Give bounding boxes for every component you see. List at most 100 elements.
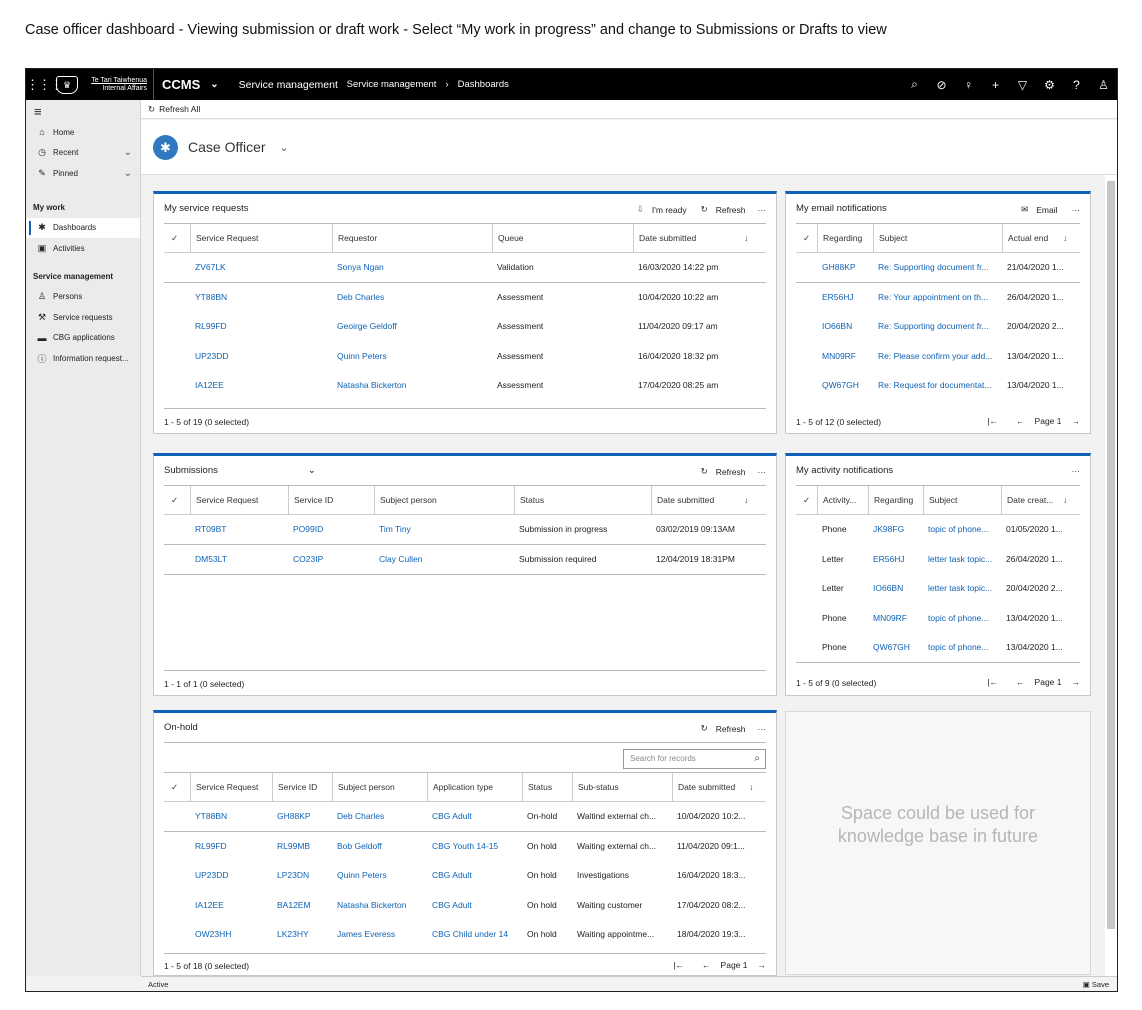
sidebar-item-information-requests[interactable]: ⓘ Information request... (26, 348, 140, 369)
table-cell[interactable]: GH88KP (272, 802, 311, 831)
table-row[interactable]: DM53LT CO23IP Clay Cullen Submission requir… (164, 545, 766, 575)
sidebar-item-home[interactable]: ⌂ Home (26, 122, 140, 143)
table-cell[interactable]: CO23IP (288, 545, 323, 574)
table-cell[interactable]: IO66BN (868, 574, 903, 603)
sort-down-icon[interactable]: ↓ (1058, 486, 1067, 515)
sidebar-item-persons[interactable]: ♙ Persons (26, 287, 140, 308)
more-icon[interactable]: ··· (758, 205, 767, 215)
column-header[interactable]: Actual end (1002, 224, 1048, 253)
select-all-checkbox[interactable]: ✓ (166, 224, 178, 253)
table-cell[interactable]: YT88BN (190, 802, 227, 831)
refresh-all-button[interactable]: Refresh All (159, 104, 200, 114)
chevron-down-icon[interactable]: ⌄ (280, 141, 289, 154)
table-row[interactable]: ER56HJ Re: Your appointment on th... 26/04… (796, 283, 1080, 313)
column-header[interactable]: Service ID (288, 486, 333, 515)
table-cell[interactable]: Quinn Peters (332, 861, 387, 890)
sidebar-item-service-requests[interactable]: ⚒ Service requests (26, 307, 140, 328)
table-cell[interactable]: Re: Your appointment on th... (873, 283, 988, 312)
user-icon[interactable]: ♙ (1090, 78, 1117, 92)
table-cell[interactable]: Clay Cullen (374, 545, 422, 574)
breadcrumb-item[interactable]: Dashboards (458, 79, 509, 90)
table-cell[interactable]: ER56HJ (868, 545, 905, 574)
column-header[interactable]: Date submitted (651, 486, 714, 515)
table-row[interactable]: Phone MN09RF topic of phone... 13/04/2020 1… (796, 604, 1080, 634)
table-row[interactable]: QW67GH Re: Request for documentat... 13/04… (796, 371, 1080, 401)
hamburger-icon[interactable]: ≡ (26, 100, 140, 122)
view-selector[interactable]: Submissions (164, 465, 218, 476)
table-row[interactable]: ZV67LK Sonya Ngan Validation 16/03/2020 14:… (164, 253, 766, 283)
table-cell[interactable]: Geoirge Geldoff (332, 312, 397, 341)
table-row[interactable]: RT09BT PO99ID Tim Tiny Submission in progre… (164, 515, 766, 545)
table-cell[interactable]: PO99ID (288, 515, 323, 544)
table-cell[interactable]: CBG Adult (427, 802, 472, 831)
table-cell[interactable]: letter task topic... (923, 574, 992, 603)
column-header[interactable]: Date submitted (633, 224, 696, 253)
table-row[interactable]: RL99FD RL99MB Bob Geldoff CBG Youth 14-15 On… (164, 832, 766, 862)
table-cell[interactable]: IA12EE (190, 891, 224, 920)
table-cell[interactable]: UP23DD (190, 342, 229, 371)
select-all-checkbox[interactable]: ✓ (798, 486, 810, 515)
column-header[interactable]: Sub-status (572, 773, 619, 802)
filter-icon[interactable]: ▽ (1009, 78, 1036, 92)
app-name[interactable]: CCMS ⌄ (162, 77, 219, 92)
first-page-icon[interactable]: |← (987, 416, 998, 426)
column-header[interactable]: Regarding (817, 224, 862, 253)
select-all-checkbox[interactable]: ✓ (798, 224, 810, 253)
scrollbar-thumb[interactable] (1107, 181, 1115, 929)
table-cell[interactable]: topic of phone... (923, 604, 989, 633)
table-row[interactable]: IO66BN Re: Supporting document fr... 20/04… (796, 312, 1080, 342)
column-header[interactable]: Regarding (868, 486, 913, 515)
refresh-button[interactable]: Refresh (716, 467, 746, 477)
table-cell[interactable]: Deb Charles (332, 283, 384, 312)
table-cell[interactable]: CBG Adult (427, 861, 472, 890)
table-row[interactable]: IA12EE Natasha Bickerton Assessment 17/04/2… (164, 371, 766, 401)
dashboard-title[interactable]: Case Officer (188, 139, 266, 155)
table-cell[interactable]: Natasha Bickerton (332, 371, 406, 400)
more-icon[interactable]: ··· (758, 467, 767, 477)
table-row[interactable]: Phone QW67GH topic of phone... 13/04/2020 1… (796, 633, 1080, 663)
table-cell[interactable]: BA12EM (272, 891, 311, 920)
table-row[interactable]: IA12EE BA12EM Natasha Bickerton CBG Adult On… (164, 891, 766, 921)
breadcrumb-item[interactable]: Service management (347, 79, 437, 90)
table-cell[interactable]: MN09RF (817, 342, 856, 371)
im-ready-button[interactable]: I'm ready (652, 205, 687, 215)
table-cell[interactable]: CBG Child under 14 (427, 920, 508, 949)
column-header[interactable]: Subject (873, 224, 907, 253)
table-cell[interactable]: Bob Geldoff (332, 832, 382, 861)
sidebar-item-pinned[interactable]: ✎ Pinned ⌄ (26, 163, 140, 184)
sidebar-item-recent[interactable]: ◷ Recent ⌄ (26, 143, 140, 164)
plus-icon[interactable]: + (982, 78, 1009, 92)
table-row[interactable]: UP23DD Quinn Peters Assessment 16/04/2020 1… (164, 342, 766, 372)
table-cell[interactable]: Re: Supporting document fr... (873, 253, 989, 282)
search-icon[interactable]: ⌕ (754, 750, 760, 768)
table-row[interactable]: Phone JK98FG topic of phone... 01/05/2020 1… (796, 515, 1080, 545)
chevron-down-icon[interactable]: ⌄ (124, 147, 132, 158)
more-icon[interactable]: ··· (1072, 205, 1081, 215)
select-all-checkbox[interactable]: ✓ (166, 773, 178, 802)
table-row[interactable]: YT88BN GH88KP Deb Charles CBG Adult On-hold W… (164, 802, 766, 832)
table-cell[interactable]: James Everess (332, 920, 395, 949)
app-launcher-icon[interactable]: ⋮⋮⋮ (26, 77, 63, 93)
table-cell[interactable]: ZV67LK (190, 253, 226, 282)
table-row[interactable]: GH88KP Re: Supporting document fr... 21/04… (796, 253, 1080, 283)
sort-down-icon[interactable]: ↓ (739, 486, 748, 515)
next-page-icon[interactable]: → (758, 960, 767, 970)
refresh-button[interactable]: Refresh (716, 205, 746, 215)
table-cell[interactable]: RL99MB (272, 832, 310, 861)
table-cell[interactable]: IO66BN (817, 312, 852, 341)
column-header[interactable]: Service Request (190, 224, 258, 253)
table-cell[interactable]: IA12EE (190, 371, 224, 400)
table-row[interactable]: OW23HH LK23HY James Everess CBG Child under… (164, 920, 766, 950)
table-cell[interactable]: DM53LT (190, 545, 227, 574)
sort-down-icon[interactable]: ↓ (1058, 224, 1067, 253)
chevron-down-icon[interactable]: ⌄ (308, 465, 316, 476)
search-icon[interactable]: ⌕ (901, 77, 928, 92)
lightbulb-icon[interactable]: ♀ (955, 78, 982, 92)
table-cell[interactable]: topic of phone... (923, 515, 989, 544)
table-cell[interactable]: CBG Youth 14-15 (427, 832, 498, 861)
sidebar-item-cbg-applications[interactable]: ▬ CBG applications (26, 328, 140, 349)
table-cell[interactable]: topic of phone... (923, 633, 989, 662)
column-header[interactable]: Date creat... (1001, 486, 1053, 515)
table-cell[interactable]: CBG Adult (427, 891, 472, 920)
column-header[interactable]: Requestor (332, 224, 377, 253)
